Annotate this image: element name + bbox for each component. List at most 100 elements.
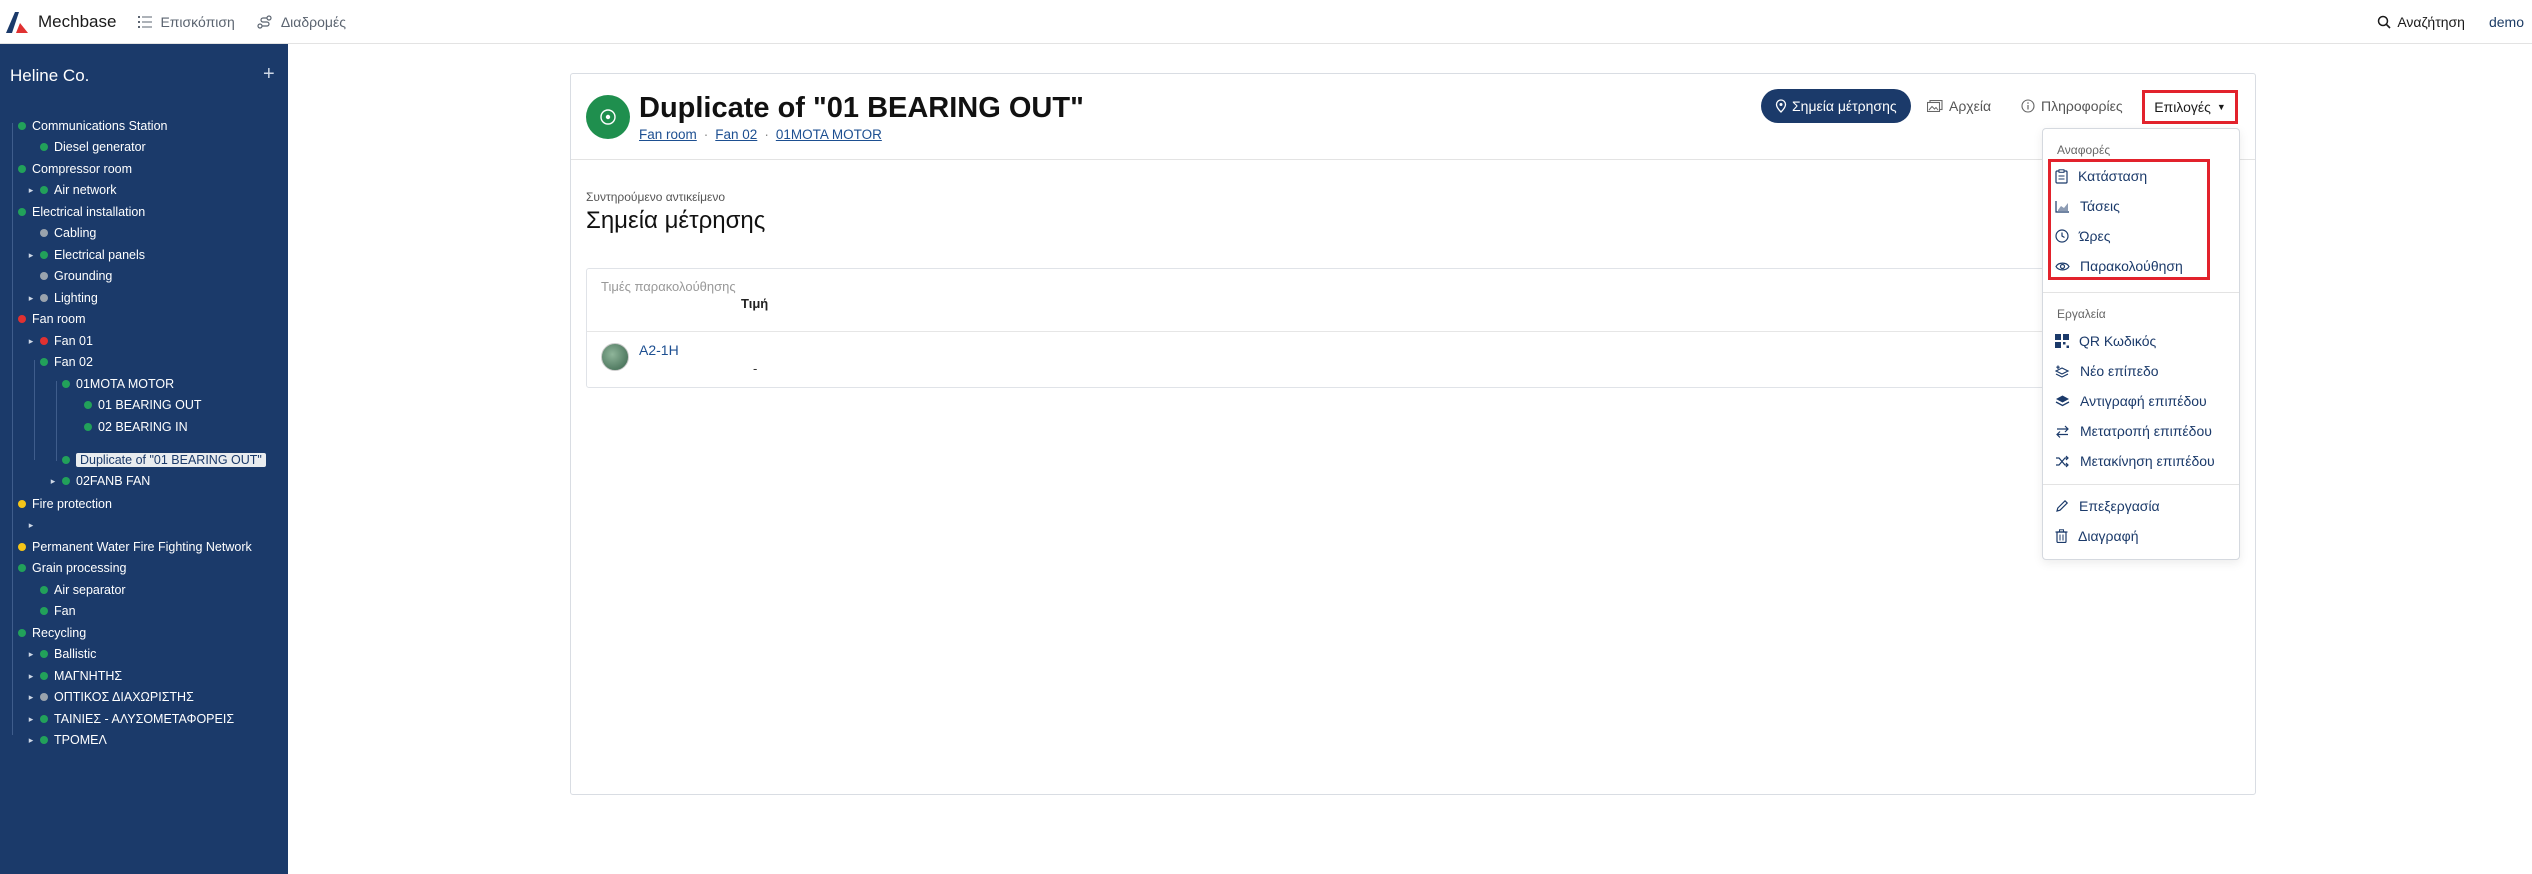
status-dot-icon	[18, 122, 26, 130]
tree-node[interactable]: ▸ Lighting	[26, 289, 98, 307]
tree-node[interactable]: ▸ ΤΑΙΝΙΕΣ - ΑΛΥΣΟΜΕΤΑΦΟΡΕΙΣ	[26, 710, 234, 728]
status-dot-icon	[40, 358, 48, 366]
tree-node[interactable]: ▸ Electrical panels	[26, 246, 145, 264]
expand-caret-icon[interactable]: ▸	[26, 520, 36, 531]
tree-node[interactable]: Permanent Water Fire Fighting Network	[4, 538, 252, 556]
nav-overview[interactable]: Επισκόπιση	[138, 13, 235, 30]
top-bar: Mechbase Επισκόπιση Διαδρομές Αναζήτηση …	[0, 0, 2532, 44]
search-button[interactable]: Αναζήτηση	[2377, 14, 2465, 30]
add-button[interactable]: +	[263, 64, 275, 84]
menu-divider	[2043, 292, 2239, 293]
files-button[interactable]: Αρχεία	[1927, 89, 1991, 123]
measurement-point-link[interactable]: A2-1H	[639, 342, 679, 358]
menu-item-new-level[interactable]: Νέο επίπεδο	[2055, 358, 2159, 384]
tree-node-label: Cabling	[54, 226, 97, 240]
options-label: Επιλογές	[2154, 99, 2211, 115]
tree-node[interactable]: Recycling	[4, 624, 86, 642]
breadcrumb-fan-02[interactable]: Fan 02	[715, 127, 757, 142]
asset-card: Duplicate of "01 BEARING OUT" Fan room ·…	[570, 73, 2256, 795]
menu-item-qr-code[interactable]: QR Κωδικός	[2055, 328, 2156, 354]
status-dot-icon	[18, 629, 26, 637]
trash-icon	[2055, 529, 2068, 543]
tree-node[interactable]: Compressor room	[4, 160, 132, 178]
tree-node[interactable]: 01MOTA MOTOR	[48, 375, 174, 393]
expand-caret-icon[interactable]: ▸	[26, 250, 36, 261]
menu-item-hours-label: Ώρες	[2079, 228, 2111, 244]
status-dot-icon	[40, 586, 48, 594]
tree-node-label: Electrical panels	[54, 248, 146, 262]
tree-node-label: Ballistic	[54, 647, 97, 661]
tree-node[interactable]: ▸ Fan 01	[26, 332, 93, 350]
tree-node[interactable]: ▸ ΤΡΟΜΕΛ	[26, 731, 107, 749]
measurement-point-icon	[600, 109, 616, 125]
tree-node-label: Recycling	[32, 626, 87, 640]
tree-node[interactable]: Diesel generator	[26, 138, 146, 156]
tree-node[interactable]: Fan room	[4, 310, 86, 328]
tree-node-label: Compressor room	[32, 162, 133, 176]
tree-node-label: 02FANB FAN	[76, 474, 151, 488]
expand-caret-icon[interactable]: ▸	[26, 714, 36, 725]
info-button[interactable]: Πληροφορίες	[2021, 89, 2123, 123]
menu-item-move-level[interactable]: Μετακίνηση επιπέδου	[2055, 448, 2215, 474]
tree-node[interactable]: Fan 02	[26, 353, 93, 371]
tree-node[interactable]: 01 BEARING OUT	[70, 396, 202, 414]
map-pin-icon	[1775, 99, 1787, 113]
logo[interactable]: Mechbase	[4, 9, 116, 35]
tree-node[interactable]: Duplicate of "01 BEARING OUT"	[48, 451, 266, 469]
status-dot-icon	[40, 607, 48, 615]
expand-caret-icon[interactable]: ▸	[26, 735, 36, 746]
expand-caret-icon[interactable]: ▸	[26, 336, 36, 347]
expand-caret-icon[interactable]: ▸	[26, 293, 36, 304]
breadcrumb-motor[interactable]: 01MOTA MOTOR	[776, 127, 882, 142]
pencil-icon	[2056, 499, 2069, 512]
menu-item-status[interactable]: Κατάσταση	[2055, 163, 2147, 189]
options-dropdown-button[interactable]: Επιλογές ▼	[2142, 90, 2238, 124]
tree-node[interactable]: ▸ ΟΠΤΙΚΟΣ ΔΙΑΧΩΡΙΣΤΗΣ	[26, 688, 194, 706]
menu-item-hours[interactable]: Ώρες	[2055, 223, 2111, 249]
tree-node-label: ΤΑΙΝΙΕΣ - ΑΛΥΣΟΜΕΤΑΦΟΡΕΙΣ	[54, 712, 235, 726]
tree-node[interactable]: Fire protection	[4, 495, 112, 513]
menu-item-delete[interactable]: Διαγραφή	[2055, 523, 2138, 549]
tree-node[interactable]: ▸ ΜΑΓΝΗΤΗΣ	[26, 667, 122, 685]
breadcrumb-separator: ·	[703, 127, 709, 142]
tree-node[interactable]: Cabling	[26, 224, 96, 242]
menu-item-monitoring[interactable]: Παρακολούθηση	[2055, 253, 2183, 279]
status-dot-icon	[62, 456, 70, 464]
menu-item-edit[interactable]: Επεξεργασία	[2055, 493, 2160, 519]
menu-item-convert-level[interactable]: Μετατροπή επιπέδου	[2055, 418, 2212, 444]
info-icon	[2021, 99, 2035, 113]
status-dot-icon	[40, 143, 48, 151]
tree-node-label: Permanent Water Fire Fighting Network	[32, 540, 252, 554]
expand-caret-icon[interactable]: ▸	[26, 649, 36, 660]
nav-overview-label: Επισκόπιση	[160, 13, 235, 30]
tree-node[interactable]: ▸	[26, 516, 40, 534]
tree-node[interactable]: Fan	[26, 602, 76, 620]
tree-node[interactable]: ▸ 02FANB FAN	[48, 472, 151, 490]
status-dot-icon	[40, 229, 48, 237]
tree-node-label: Grain processing	[32, 561, 127, 575]
status-dot-icon	[84, 401, 92, 409]
expand-caret-icon[interactable]: ▸	[26, 692, 36, 703]
breadcrumb-fan-room[interactable]: Fan room	[639, 127, 697, 142]
user-menu[interactable]: demo	[2489, 14, 2524, 30]
expand-caret-icon[interactable]: ▸	[48, 476, 58, 487]
tree-node[interactable]: ▸ Ballistic	[26, 645, 97, 663]
menu-item-trends[interactable]: Τάσεις	[2055, 193, 2120, 219]
expand-caret-icon[interactable]: ▸	[26, 671, 36, 682]
tree-node[interactable]: Grain processing	[4, 559, 127, 577]
measurement-points-button[interactable]: Σημεία μέτρησης	[1761, 89, 1911, 123]
route-icon	[257, 14, 272, 29]
menu-item-copy-level[interactable]: Αντιγραφή επιπέδου	[2055, 388, 2207, 414]
status-dot-icon	[18, 208, 26, 216]
tree-node[interactable]: Air separator	[26, 581, 126, 599]
tree-node-label: Air separator	[54, 583, 126, 597]
tree-node[interactable]: Electrical installation	[4, 203, 145, 221]
expand-caret-icon[interactable]: ▸	[26, 185, 36, 196]
tree-node[interactable]: 02 BEARING IN	[70, 418, 188, 436]
nav-routes[interactable]: Διαδρομές	[257, 14, 346, 30]
tree-node[interactable]: ▸ Air network	[26, 181, 117, 199]
menu-divider	[2043, 484, 2239, 485]
tree-node[interactable]: Communications Station	[4, 117, 167, 135]
shuffle-icon	[2056, 455, 2069, 467]
tree-node[interactable]: Grounding	[26, 267, 112, 285]
